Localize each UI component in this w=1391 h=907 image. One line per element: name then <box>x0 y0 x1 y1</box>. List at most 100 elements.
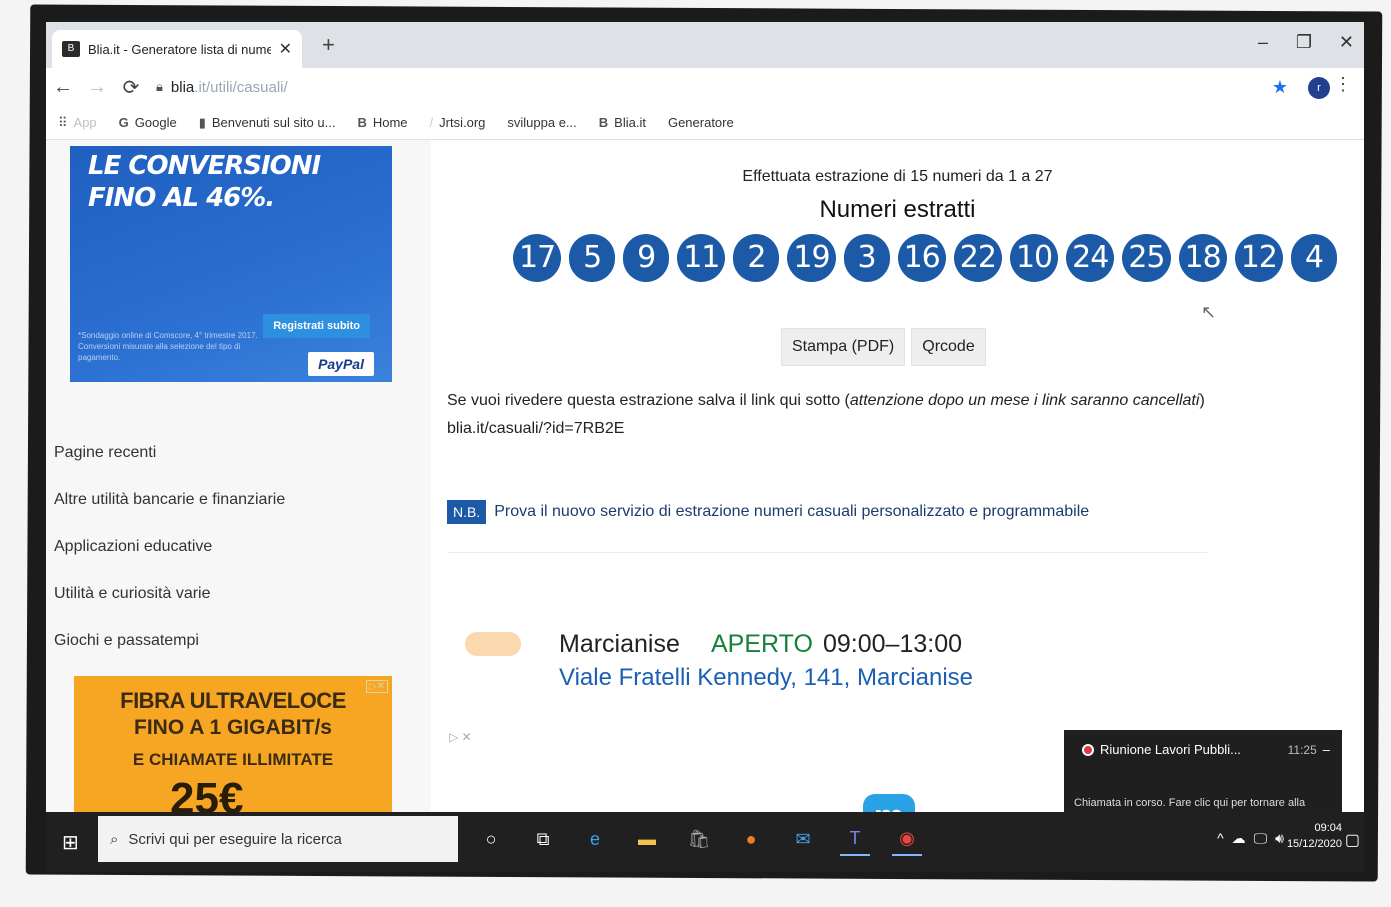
maps-ad[interactable]: Marcianise APERTO 09:00–13:00 Viale Frat… <box>447 616 1047 706</box>
taskbar-search-placeholder: Scrivi qui per eseguire la ricerca <box>128 830 342 848</box>
url-host: blia <box>170 78 195 96</box>
browser-menu-icon[interactable]: ⋮ <box>1334 74 1352 95</box>
taskbar-apps: ○ ⧉ e ▬ 🛍︎ ● ✉ T ◉ <box>476 822 922 856</box>
new-tab-button[interactable]: + <box>322 32 335 58</box>
bookmark-label: Blia.it <box>614 115 646 130</box>
search-icon: ⌕ <box>110 830 119 848</box>
mail-icon[interactable]: ✉ <box>788 822 818 856</box>
paypal-logo: PayPal <box>308 352 374 376</box>
taskbar-clock[interactable]: 09:04 15/12/2020 <box>1287 820 1342 852</box>
divider <box>447 552 1207 553</box>
url-path: .it/utili/casuali/ <box>194 78 288 96</box>
save-close: ) <box>1199 392 1205 409</box>
link-icon: / <box>429 115 434 130</box>
firefox-icon[interactable]: ● <box>736 822 766 856</box>
bookmark-label: Home <box>372 115 408 130</box>
reload-button[interactable]: ⟳ <box>114 75 148 100</box>
sidebar-item-giochi[interactable]: Giochi e passatempi <box>54 630 285 677</box>
bookmark-sviluppa[interactable]: sviluppa e... <box>507 115 576 130</box>
task-view-icon[interactable]: ⧉ <box>528 822 558 856</box>
nb-notice: N.B. Prova il nuovo servizio di estrazio… <box>447 500 1089 524</box>
main-content: Effettuata estrazione di 15 numeri da 1 … <box>431 140 1364 846</box>
sidebar-item-pagine-recenti[interactable]: Pagine recenti <box>54 442 285 489</box>
close-window-button[interactable]: ✕ <box>1339 32 1354 53</box>
permalink[interactable]: blia.it/casuali/?id=7RB2E <box>447 420 624 438</box>
bookmark-blia[interactable]: B Blia.it <box>599 115 646 130</box>
page-title: Numeri estratti <box>819 196 976 223</box>
notification-center-icon[interactable]: ▢ <box>1345 830 1360 850</box>
store-icon[interactable]: 🛍︎ <box>684 822 714 856</box>
number-ball: 2 <box>733 234 780 282</box>
fibra-ad-line-2: FINO A 1 GIGABIT/s <box>134 716 332 739</box>
close-tab-icon[interactable]: ✕ <box>279 39 292 59</box>
fibra-ad-line-3: E CHIAMATE ILLIMITATE <box>132 750 334 769</box>
lock-icon: 🔒︎ <box>156 79 163 94</box>
edge-icon[interactable]: e <box>580 822 610 856</box>
minimize-window-button[interactable]: – <box>1258 32 1268 53</box>
browser-toolbar: ← → ⟳ 🔒︎ blia.it/utili/casuali/ <box>46 68 1364 106</box>
qrcode-button[interactable]: Qrcode <box>911 328 986 366</box>
bookmark-apps[interactable]: ⠿ App <box>58 115 97 131</box>
maps-ad-address[interactable]: Viale Fratelli Kennedy, 141, Marcianise <box>559 664 973 692</box>
print-pdf-button[interactable]: Stampa (PDF) <box>781 328 906 366</box>
number-ball: 25 <box>1122 234 1171 282</box>
fibra-ad-line-1: FIBRA ULTRAVELOCE <box>120 688 346 713</box>
bookmark-label: Benvenuti sul sito u... <box>211 115 336 130</box>
file-explorer-icon[interactable]: ▬ <box>632 822 662 856</box>
apps-grid-icon: ⠿ <box>58 114 68 130</box>
save-instructions: Se vuoi rivedere questa estrazione salva… <box>447 392 1205 410</box>
sidebar-item-utilita-curiosita[interactable]: Utilità e curiosità varie <box>54 583 285 630</box>
teams-minimize-button[interactable]: – <box>1323 742 1330 757</box>
mouse-cursor-icon: ↖ <box>1201 302 1217 322</box>
bookmark-home[interactable]: B Home <box>357 115 407 130</box>
bookmark-generatore[interactable]: Generatore <box>668 115 734 130</box>
back-button[interactable]: ← <box>46 76 80 99</box>
profile-avatar[interactable]: r <box>1308 77 1330 99</box>
paypal-ad[interactable]: LE CONVERSIONI FINO AL 46%. Registrati s… <box>70 146 392 382</box>
paypal-ad-cta-button[interactable]: Registrati subito <box>263 314 370 338</box>
bookmark-benvenuti[interactable]: ▮ Benvenuti sul sito u... <box>199 115 336 131</box>
recording-icon <box>1082 743 1094 756</box>
blia-favicon-icon: B <box>62 41 80 57</box>
number-ball: 5 <box>569 234 616 282</box>
taskbar-search[interactable]: ⌕ Scrivi qui per eseguire la ricerca <box>98 816 458 862</box>
number-ball: 10 <box>1009 234 1059 282</box>
adchoices-icon[interactable]: ▷ ✕ <box>449 730 472 744</box>
nb-link[interactable]: Prova il nuovo servizio di estrazione nu… <box>494 503 1089 521</box>
bookmark-label: Generatore <box>667 115 734 130</box>
web-page: LE CONVERSIONI FINO AL 46%. Registrati s… <box>46 140 1364 872</box>
maps-ad-status: APERTO <box>711 630 813 658</box>
clock-time: 09:04 <box>1314 822 1342 834</box>
number-ball: 18 <box>1178 234 1227 282</box>
blia-icon: B <box>598 115 609 130</box>
paypal-ad-headline: LE CONVERSIONI FINO AL 46%. <box>88 150 321 214</box>
windows-start-icon[interactable]: ⊞ <box>62 830 79 855</box>
onedrive-icon[interactable]: ☁ <box>1232 830 1246 847</box>
bookmark-star-icon[interactable]: ★ <box>1272 77 1288 98</box>
sidebar-item-applicazioni-educative[interactable]: Applicazioni educative <box>54 536 285 583</box>
teams-icon[interactable]: T <box>840 822 870 856</box>
sidebar-item-utilita-bancarie[interactable]: Altre utilità bancarie e finanziarie <box>54 489 285 536</box>
paypal-ad-headline-2: FINO AL 46%. <box>88 183 275 213</box>
volume-icon[interactable]: 🔊︎ <box>1275 830 1284 847</box>
browser-tab[interactable]: B Blia.it - Generatore lista di numeri ✕ <box>52 30 302 68</box>
screen: B Blia.it - Generatore lista di numeri ✕… <box>46 22 1364 872</box>
save-text: Se vuoi rivedere questa estrazione salva… <box>447 392 850 409</box>
number-ball: 19 <box>787 234 836 282</box>
map-pin-icon <box>465 632 521 656</box>
address-bar[interactable]: 🔒︎ blia.it/utili/casuali/ <box>156 79 288 96</box>
fibra-ad[interactable]: ▷✕ FIBRA ULTRAVELOCE FINO A 1 GIGABIT/s … <box>74 676 392 832</box>
bookmark-label: sviluppa e... <box>507 115 577 130</box>
cortana-icon[interactable]: ○ <box>476 822 506 856</box>
bookmark-jrtsi[interactable]: / Jrtsi.org <box>430 115 486 130</box>
tray-chevron-icon[interactable]: ^ <box>1217 830 1224 847</box>
restore-window-button[interactable]: ❐ <box>1296 32 1312 53</box>
teams-popup-header: Riunione Lavori Pubbli... 11:25 – <box>1082 742 1330 757</box>
bookmark-google[interactable]: G Google <box>119 115 177 130</box>
forward-button[interactable]: → <box>80 76 114 99</box>
number-ball: 17 <box>513 234 562 282</box>
network-icon[interactable]: 🖵︎ <box>1254 830 1268 847</box>
system-tray: ^ ☁ 🖵︎ 🔊︎ <box>1217 830 1284 847</box>
chrome-icon[interactable]: ◉ <box>892 822 922 856</box>
number-ball: 3 <box>843 234 890 282</box>
